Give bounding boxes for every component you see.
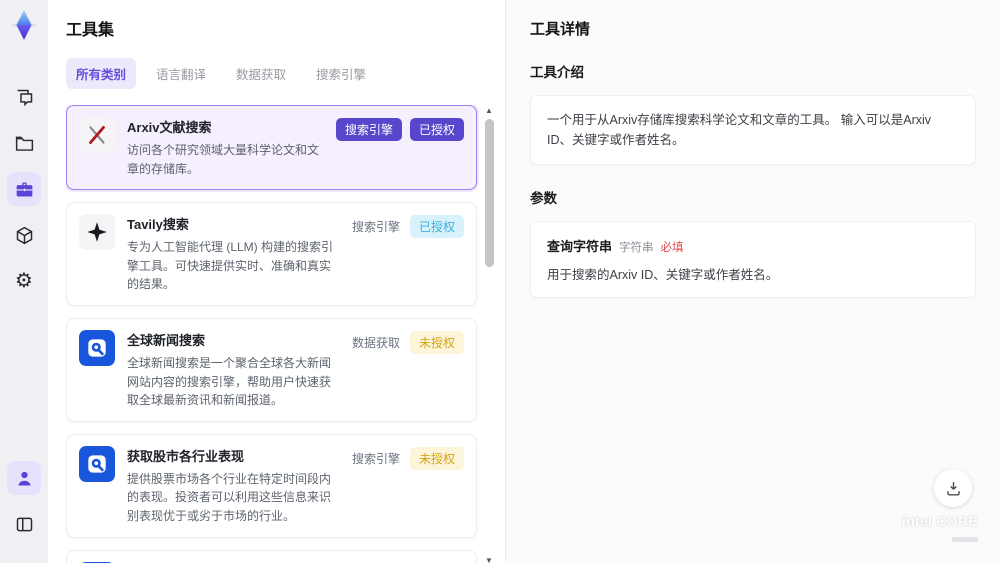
blue-app-icon — [79, 445, 115, 482]
sparkle-icon — [79, 214, 115, 251]
param-description: 用于搜索的Arxiv ID、关键字或作者姓名。 — [547, 268, 779, 282]
intel-core-logo-badge — [952, 537, 978, 542]
tool-badges: 搜索引擎 已授权 — [335, 117, 464, 141]
auth-status-badge: 未授权 — [409, 446, 464, 470]
download-icon — [946, 481, 960, 496]
param-required-badge: 必填 — [660, 242, 684, 254]
tool-badges: 搜索引擎 已授权 — [350, 214, 464, 239]
tab-0[interactable]: 所有类别 — [66, 58, 137, 89]
param-type: 字符串 — [619, 242, 654, 254]
param-header: 查询字符串 字符串 必填 — [547, 236, 959, 255]
arxiv-icon — [79, 117, 115, 153]
sidebar-item-files[interactable] — [7, 126, 41, 160]
auth-status-badge: 已授权 — [409, 215, 464, 239]
params-heading: 参数 — [530, 191, 557, 206]
category-badge: 搜索引擎 — [351, 451, 400, 466]
folder-icon — [15, 136, 33, 151]
tool-badges: 数据获取 未授权 — [350, 330, 464, 354]
scroll-down-icon[interactable]: ▼ — [485, 555, 493, 563]
tool-body: 获取股市各行业表现 提供股票市场各个行业在特定时间段内的表现。投资者可以利用这些… — [127, 446, 338, 526]
logo-diamond-icon — [10, 10, 38, 40]
cube-icon — [16, 226, 32, 244]
sidebar-item-tools[interactable] — [7, 172, 41, 206]
tool-title: Arxiv文献搜索 — [127, 120, 212, 135]
scroll-up-icon[interactable]: ▲ — [485, 105, 493, 117]
tool-description: 访问各个研究领域大量科学论文和文章的存储库。 — [127, 143, 320, 176]
tool-title: 获取股市各行业表现 — [127, 448, 245, 464]
scrollbar-thumb[interactable] — [484, 119, 494, 267]
tool-body: Tavily搜索 专为人工智能代理 (LLM) 构建的搜索引擎工具。可快速提供实… — [127, 214, 338, 294]
scrollbar[interactable]: ▲ ▼ — [483, 105, 495, 563]
intro-box: 一个用于从Arxiv存储库搜索科学论文和文章的工具。 输入可以是Arxiv ID… — [530, 95, 976, 165]
chat-icon — [17, 89, 32, 106]
auth-status-badge: 未授权 — [409, 330, 464, 354]
category-tabs: 所有类别 语言翻译 数据获取 搜索引擎 — [66, 58, 499, 89]
user-icon — [17, 471, 31, 485]
tool-card[interactable]: Arxiv文献搜索 访问各个研究领域大量科学论文和文章的存储库。 搜索引擎 已授… — [66, 105, 477, 191]
intro-heading: 工具介绍 — [530, 65, 584, 80]
param-box: 查询字符串 字符串 必填 用于搜索的Arxiv ID、关键字或作者姓名。 — [530, 221, 976, 298]
toolbox-icon — [16, 182, 32, 196]
param-name: 查询字符串 — [547, 239, 613, 254]
page-title: 工具集 — [66, 22, 115, 39]
tool-body: 全球新闻搜索 全球新闻搜索是一个聚合全球各大新闻网站内容的搜索引擎，帮助用户快速… — [127, 330, 338, 410]
blue-app-icon — [79, 329, 115, 366]
tool-card[interactable]: 全球新闻搜索 全球新闻搜索是一个聚合全球各大新闻网站内容的搜索引擎，帮助用户快速… — [66, 317, 477, 422]
tab-3[interactable]: 搜索引擎 — [306, 58, 376, 89]
tool-description: 提供股票市场各个行业在特定时间段内的表现。投资者可以利用这些信息来识别表现优于或… — [127, 471, 332, 523]
tool-title: Tavily搜索 — [127, 217, 189, 233]
tool-body: Arxiv文献搜索 访问各个研究领域大量科学论文和文章的存储库。 — [127, 117, 324, 178]
sidebar-rail: ⚙ — [0, 0, 48, 563]
category-badge: 搜索引擎 — [351, 220, 400, 235]
gear-icon: ⚙ — [15, 270, 33, 292]
tool-card[interactable]: 获取股市各行业表现 提供股票市场各个行业在特定时间段内的表现。投资者可以利用这些… — [66, 433, 477, 538]
detail-title: 工具详情 — [530, 21, 591, 38]
sidebar-item-chat[interactable] — [7, 80, 41, 114]
download-button[interactable] — [934, 469, 972, 507]
app-logo — [7, 8, 41, 42]
category-badge: 数据获取 — [351, 335, 400, 350]
intro-text: 一个用于从Arxiv存储库搜索科学论文和文章的工具。 输入可以是Arxiv ID… — [547, 113, 932, 147]
tab-2[interactable]: 数据获取 — [226, 58, 296, 89]
auth-status-badge: 已授权 — [409, 118, 464, 141]
tool-scroll-area: Arxiv文献搜索 访问各个研究领域大量科学论文和文章的存储库。 搜索引擎 已授… — [66, 105, 499, 563]
tool-description: 全球新闻搜索是一个聚合全球各大新闻网站内容的搜索引擎，帮助用户快速获取全球最新资… — [127, 355, 332, 408]
intel-core-logo: intel CORE — [902, 513, 978, 547]
app-window: ⚙ 工具集 所有类别 语言翻译 数据获取 搜索引擎 Arxiv文献搜索 访问各个研究领… — [0, 0, 1000, 563]
tool-description: 专为人工智能代理 (LLM) 构建的搜索引擎工具。可快速提供实时、准确和真实的结… — [127, 240, 334, 292]
category-badge: 搜索引擎 — [335, 118, 402, 141]
sidebar-item-profile[interactable] — [7, 461, 41, 495]
sidebar-item-panel-toggle[interactable] — [7, 507, 41, 541]
tool-list: Arxiv文献搜索 访问各个研究领域大量科学论文和文章的存储库。 搜索引擎 已授… — [66, 105, 477, 563]
tool-title: 全球新闻搜索 — [127, 332, 206, 348]
sidebar-item-packages[interactable] — [7, 218, 41, 252]
sidebar-item-settings[interactable]: ⚙ — [7, 264, 41, 298]
tool-card[interactable]: 获取市场最活跃股票信息 提供当天交易量最高的股票列表。投资者可以利用这些信息来识… — [66, 549, 477, 563]
tool-list-panel: 工具集 所有类别 语言翻译 数据获取 搜索引擎 Arxiv文献搜索 访问各个研究领域大… — [48, 0, 505, 563]
intel-core-logo-text: intel CORE — [901, 513, 978, 529]
scrollbar-track[interactable] — [484, 117, 494, 555]
tool-card[interactable]: Tavily搜索 专为人工智能代理 (LLM) 构建的搜索引擎工具。可快速提供实… — [66, 202, 477, 306]
tool-badges: 搜索引擎 未授权 — [350, 446, 464, 470]
tool-detail-panel: 工具详情 工具介绍 一个用于从Arxiv存储库搜索科学论文和文章的工具。 输入可… — [505, 0, 1000, 563]
panel-layout-icon — [16, 517, 32, 531]
tab-1[interactable]: 语言翻译 — [146, 58, 216, 89]
